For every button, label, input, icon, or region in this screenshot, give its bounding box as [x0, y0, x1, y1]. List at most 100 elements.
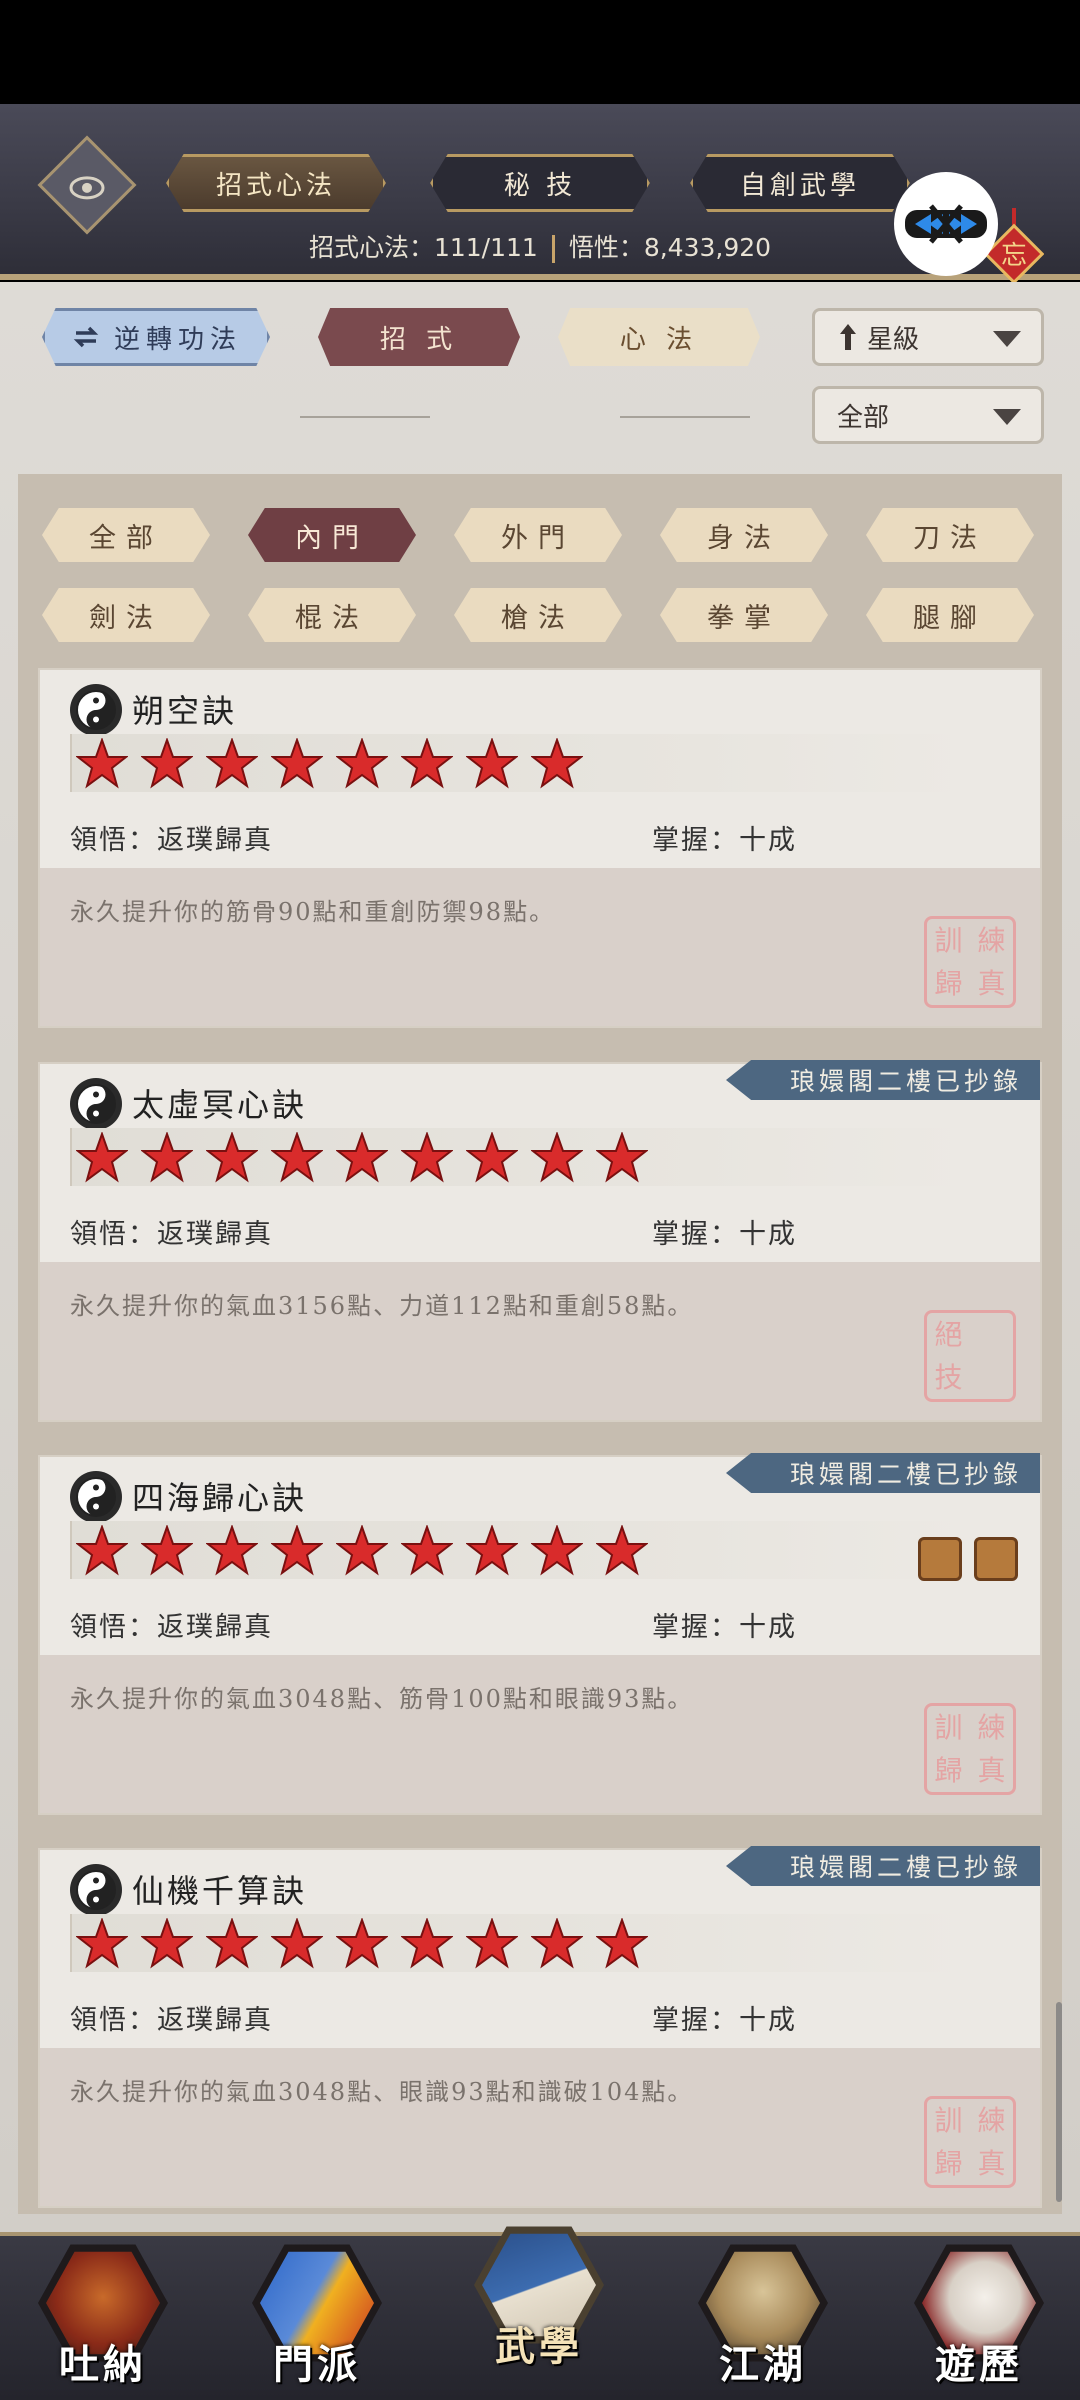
copied-badge: 琅嬛閣二樓已抄錄: [726, 1453, 1040, 1493]
seal-char: 真: [977, 1753, 1006, 1787]
star-icon: [271, 1525, 323, 1576]
skills-count: 111/111: [433, 233, 538, 262]
reverse-skill-button[interactable]: 逆轉功法: [42, 308, 270, 366]
mental-filter-button[interactable]: 心 法: [558, 308, 760, 366]
star-icon: [206, 738, 258, 789]
seal-stamp: 絕技: [924, 1310, 1016, 1402]
scrollbar[interactable]: [1056, 2002, 1062, 2202]
divider-left: [300, 416, 430, 418]
seal-char: 絕: [934, 1317, 963, 1351]
category-all[interactable]: 全部: [42, 508, 210, 562]
seal-char: 歸: [934, 2146, 963, 2180]
skill-name: 太虛冥心訣: [132, 1086, 308, 1124]
nav-travel[interactable]: 遊歷: [904, 2228, 1054, 2398]
category-sword[interactable]: 劍法: [42, 588, 210, 642]
category-outer[interactable]: 外門: [454, 508, 622, 562]
seal-char: 訓: [934, 1710, 963, 1744]
wave-skill-icon[interactable]: [974, 1537, 1018, 1581]
moves-filter-button[interactable]: 招 式: [318, 308, 520, 366]
seal-stamp: 訓練歸真: [924, 2096, 1016, 2188]
skill-card[interactable]: 仙機千算訣 領悟：返璞歸真 掌握：十成 永久提升你的氣血3048點、眼識93點和識破1…: [40, 1846, 1040, 2206]
category-fist[interactable]: 拳掌: [660, 588, 828, 642]
seal-char: 真: [977, 2146, 1006, 2180]
seal-char: 練: [977, 923, 1006, 957]
skill-description: 永久提升你的氣血3156點、力道112點和重創58點。: [70, 1292, 694, 1320]
category-spear[interactable]: 槍法: [454, 588, 622, 642]
skill-name: 四海歸心訣: [132, 1479, 308, 1517]
seal-char: 真: [977, 966, 1006, 1000]
star-icon: [531, 738, 583, 789]
yin-yang-icon: [70, 1078, 122, 1130]
chevron-down-icon: [993, 331, 1021, 347]
seal-stamp: 訓練歸真: [924, 916, 1016, 1008]
category-inner[interactable]: 內門: [248, 508, 416, 562]
skill-name: 朔空訣: [132, 692, 238, 730]
skill-description: 永久提升你的氣血3048點、眼識93點和識破104點。: [70, 2078, 694, 2106]
category-blade[interactable]: 刀法: [866, 508, 1034, 562]
copied-badge: 琅嬛閣二樓已抄錄: [726, 1846, 1040, 1886]
star-rating: [70, 1128, 970, 1186]
skill-name: 仙機千算訣: [132, 1872, 308, 1910]
scope-dropdown[interactable]: 全部: [812, 386, 1044, 444]
yin-yang-icon: [70, 684, 122, 736]
nav-jianghu[interactable]: 江湖: [688, 2228, 838, 2398]
main-panel: 逆轉功法 招 式 心 法 星級 全部 全部 內門 外門 身法 刀法 劍法 棍法 …: [0, 282, 1080, 2232]
star-icon: [336, 1132, 388, 1183]
star-icon: [401, 738, 453, 789]
category-leg[interactable]: 腿腳: [866, 588, 1034, 642]
comprehension-label: 領悟：返璞歸真: [70, 1219, 273, 1250]
skill-card[interactable]: 四海歸心訣 領悟：返璞歸真 掌握：十成 永久提升你的氣血3048點、筋骨100點和眼識…: [40, 1453, 1040, 1813]
category-footwork[interactable]: 身法: [660, 508, 828, 562]
mastery-label: 掌握：十成: [652, 825, 797, 856]
divider-right: [620, 416, 750, 418]
skill-description: 永久提升你的氣血3048點、筋骨100點和眼識93點。: [70, 1685, 694, 1713]
insight-value: 8,433,920: [643, 233, 772, 262]
floating-overlay-button[interactable]: [894, 172, 998, 276]
sort-dropdown[interactable]: 星級: [812, 308, 1044, 366]
skill-card[interactable]: 太虛冥心訣領悟：返璞歸真 掌握：十成永久提升你的氣血3156點、力道112點和重創…: [40, 1060, 1040, 1420]
star-icon: [401, 1132, 453, 1183]
star-icon: [206, 1132, 258, 1183]
nav-sect[interactable]: 門派: [242, 2228, 392, 2398]
star-icon: [206, 1525, 258, 1576]
mastery-label: 掌握：十成: [652, 1219, 797, 1250]
status-bar: [0, 0, 1080, 104]
star-icon: [531, 1525, 583, 1576]
star-icon: [466, 1918, 518, 1969]
tab-self-created[interactable]: 自創武學: [690, 154, 910, 212]
star-icon: [206, 1918, 258, 1969]
star-icon: [466, 1132, 518, 1183]
stats-separator: [551, 235, 555, 263]
nav-breathing[interactable]: 吐納: [28, 2228, 178, 2398]
star-icon: [271, 1918, 323, 1969]
seal-stamp: 訓練歸真: [924, 1703, 1016, 1795]
star-icon: [271, 1132, 323, 1183]
seal-char: 練: [977, 2103, 1006, 2137]
skill-card[interactable]: 朔空訣 領悟：返璞歸真 掌握：十成 永久提升你的筋骨90點和重創防禦98點。訓練歸真: [40, 670, 1040, 1026]
tab-secret-skills[interactable]: 秘 技: [430, 154, 650, 212]
star-icon: [466, 1525, 518, 1576]
comprehension-label: 領悟：返璞歸真: [70, 1612, 273, 1643]
skill-description: 永久提升你的筋骨90點和重創防禦98點。: [70, 898, 556, 926]
star-icon: [531, 1132, 583, 1183]
star-icon: [141, 1525, 193, 1576]
swap-arrows-icon: [73, 326, 99, 348]
star-icon: [336, 738, 388, 789]
seal-char: 歸: [934, 966, 963, 1000]
star-icon: [596, 1918, 648, 1969]
copied-badge: 琅嬛閣二樓已抄錄: [726, 1060, 1040, 1100]
category-staff[interactable]: 棍法: [248, 588, 416, 642]
seal-char: 訓: [934, 923, 963, 957]
yin-yang-icon: [70, 1471, 122, 1523]
tab-moves-mental[interactable]: 招式心法: [166, 154, 386, 212]
star-icon: [271, 738, 323, 789]
double-arrow-icon: [905, 204, 987, 244]
nav-martial-arts[interactable]: 武學: [464, 2210, 614, 2380]
star-rating: [70, 1914, 970, 1972]
star-icon: [336, 1525, 388, 1576]
star-icon: [531, 1918, 583, 1969]
swirl-skill-icon[interactable]: [918, 1537, 962, 1581]
header: 招式心法 秘 技 自創武學 招式心法：111/111 悟性：8,433,920 忘: [0, 104, 1080, 326]
eye-toggle-button[interactable]: [37, 135, 137, 235]
mastery-label: 掌握：十成: [652, 2005, 797, 2036]
